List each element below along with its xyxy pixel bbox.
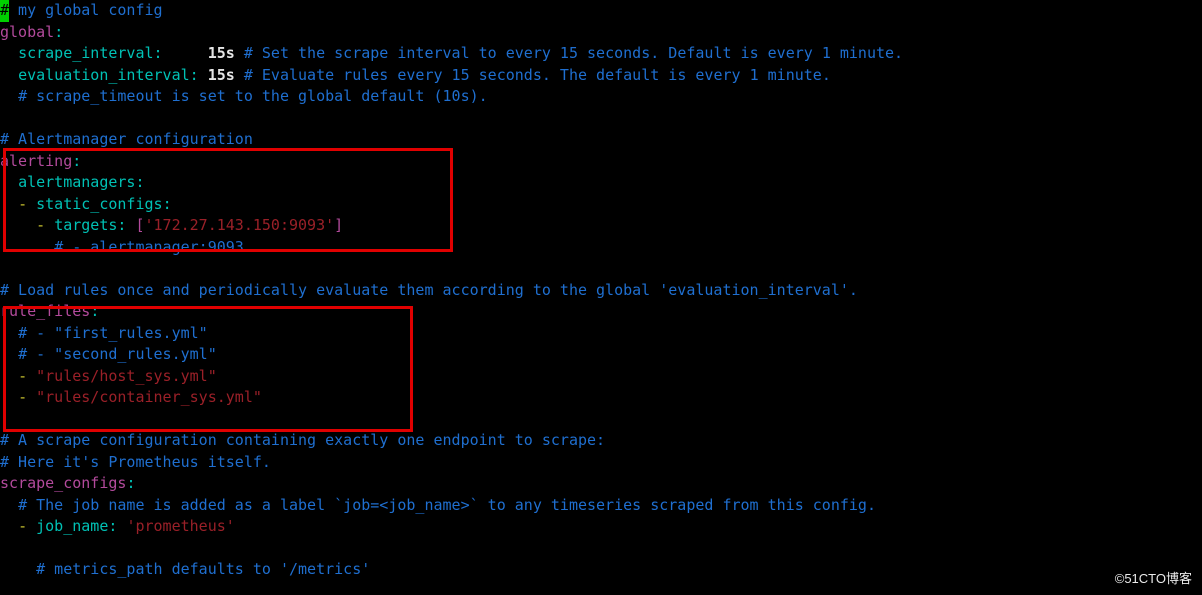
rule-container-sys: "rules/container_sys.yml" <box>36 388 262 406</box>
key-scrape-configs: scrape_configs <box>0 474 126 492</box>
comment-load-rules: # Load rules once and periodically evalu… <box>0 281 858 299</box>
comment-scrape-interval: # Set the scrape interval to every 15 se… <box>244 44 903 62</box>
key-targets: targets <box>54 216 117 234</box>
key-scrape-interval: scrape_interval <box>18 44 153 62</box>
comment-scrape-timeout: # scrape_timeout is set to the global de… <box>18 87 488 105</box>
val-scrape-interval: 15s <box>208 44 235 62</box>
comment-job-name: # The job name is added as a label `job=… <box>18 496 876 514</box>
rule-host-sys: "rules/host_sys.yml" <box>36 367 217 385</box>
val-evaluation-interval: 15s <box>208 66 235 84</box>
comment-am-default: # - alertmanager:9093 <box>54 238 244 256</box>
key-static-configs: static_configs <box>36 195 162 213</box>
key-rule-files: rule_files <box>0 302 90 320</box>
comment-scrape-cfg-2: # Here it's Prometheus itself. <box>0 453 271 471</box>
comment-global: my global config <box>9 1 163 19</box>
val-job-name: 'prometheus' <box>126 517 234 535</box>
cursor-block: # <box>0 0 9 22</box>
key-alerting: alerting <box>0 152 72 170</box>
comment-evaluation-interval: # Evaluate rules every 15 seconds. The d… <box>244 66 831 84</box>
key-global: global <box>0 23 54 41</box>
yaml-config-view: # my global config global: scrape_interv… <box>0 0 1202 581</box>
comment-metrics-path: # metrics_path defaults to '/metrics' <box>36 560 370 578</box>
val-target: '172.27.143.150:9093' <box>145 216 335 234</box>
comment-second-rules: # - "second_rules.yml" <box>18 345 217 363</box>
key-evaluation-interval: evaluation_interval <box>18 66 190 84</box>
comment-first-rules: # - "first_rules.yml" <box>18 324 208 342</box>
key-alertmanagers: alertmanagers <box>18 173 135 191</box>
comment-scrape-cfg-1: # A scrape configuration containing exac… <box>0 431 605 449</box>
key-job-name: job_name <box>36 517 108 535</box>
comment-alertmanager: # Alertmanager configuration <box>0 130 253 148</box>
